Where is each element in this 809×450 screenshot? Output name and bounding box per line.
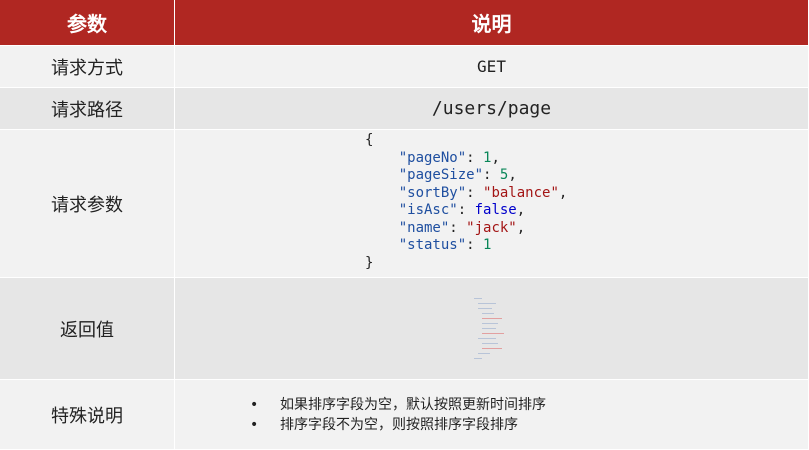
api-spec-table: 参数 说明 请求方式 GET 请求路径 /users/page 请求参数 { "…	[0, 0, 809, 450]
code-key: "pageNo"	[398, 149, 467, 166]
params-code-block: { "pageNo": 1, "pageSize": 5, "sortBy": …	[365, 132, 567, 272]
code-fields: "pageNo": 1, "pageSize": 5, "sortBy": "b…	[365, 149, 568, 254]
params-code-cell: { "pageNo": 1, "pageSize": 5, "sortBy": …	[175, 130, 809, 278]
code-line: "isAsc": false,	[398, 202, 526, 218]
code-line: "name": "jack",	[398, 219, 526, 236]
bullet: •	[250, 396, 259, 413]
code-value: 5	[499, 167, 509, 183]
code-key: "name"	[398, 219, 450, 236]
notes-label: 特殊说明	[0, 380, 175, 450]
code-key: "sortBy"	[398, 184, 467, 201]
code-line: "pageNo": 1,	[398, 149, 500, 166]
path-value: /users/page	[175, 88, 809, 130]
code-value: "jack"	[466, 219, 517, 236]
method-label: 请求方式	[0, 46, 175, 88]
return-json-thumbnail-icon	[472, 294, 512, 364]
code-line: "pageSize": 5,	[398, 167, 517, 183]
code-value: false	[474, 202, 517, 218]
code-line: "status": 1	[398, 237, 492, 253]
code-key: "status"	[398, 237, 467, 253]
list-item: • 排序字段不为空，则按照排序字段排序	[250, 415, 546, 435]
header-param: 参数	[0, 0, 175, 46]
params-label: 请求参数	[0, 130, 175, 278]
bullet: •	[250, 416, 259, 433]
note-text: 排序字段不为空，则按照排序字段排序	[280, 416, 518, 433]
code-value: 1	[483, 149, 492, 166]
return-value-cell	[175, 278, 809, 380]
list-item: • 如果排序字段为空，默认按照更新时间排序	[250, 395, 546, 415]
code-open-brace: {	[365, 132, 374, 148]
note-text: 如果排序字段为空，默认按照更新时间排序	[280, 396, 546, 413]
header-desc: 说明	[175, 0, 809, 46]
method-value: GET	[175, 46, 809, 88]
code-close-brace: }	[365, 254, 374, 271]
code-value: 1	[483, 237, 492, 253]
code-value: "balance"	[483, 184, 559, 201]
code-key: "pageSize"	[398, 167, 484, 183]
notes-cell: • 如果排序字段为空，默认按照更新时间排序 • 排序字段不为空，则按照排序字段排序	[175, 380, 809, 450]
notes-list: • 如果排序字段为空，默认按照更新时间排序 • 排序字段不为空，则按照排序字段排序	[250, 395, 546, 435]
code-line: "sortBy": "balance",	[398, 184, 568, 201]
code-key: "isAsc"	[398, 202, 458, 218]
path-label: 请求路径	[0, 88, 175, 130]
return-label: 返回值	[0, 278, 175, 380]
